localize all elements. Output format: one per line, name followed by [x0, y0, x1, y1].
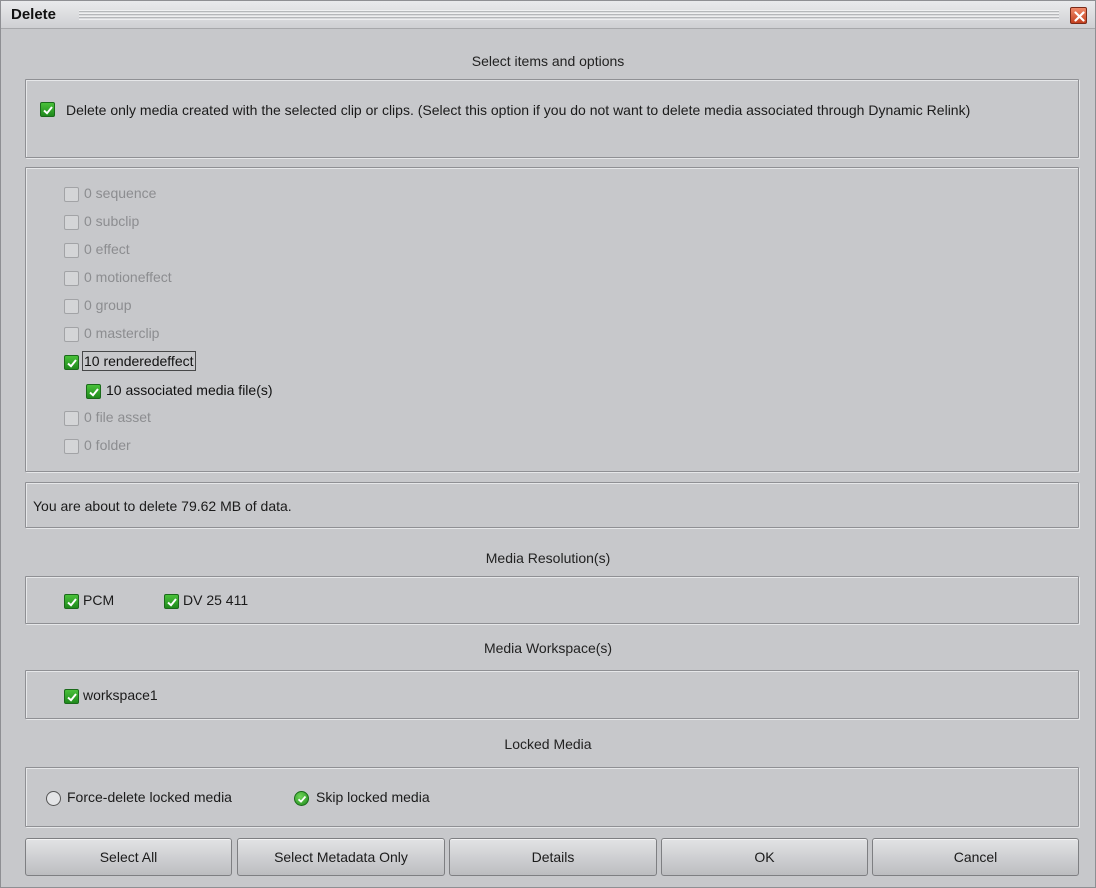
item-label-motioneffect: 0 motioneffect	[84, 269, 172, 285]
skip-locked-label: Skip locked media	[316, 789, 430, 805]
checkmark-icon	[67, 693, 77, 702]
item-label-masterclip: 0 masterclip	[84, 325, 160, 341]
checkmark-icon	[167, 598, 177, 607]
checkmark-icon	[297, 795, 307, 803]
cancel-button[interactable]: Cancel	[872, 838, 1079, 876]
item-checkbox-masterclip[interactable]	[64, 327, 79, 342]
delete-only-created-checkbox[interactable]	[40, 102, 55, 117]
title-bar-grip	[79, 10, 1059, 20]
workspace-checkbox-workspace1[interactable]	[64, 689, 79, 704]
item-checkbox-subclip[interactable]	[64, 215, 79, 230]
media-resolution-panel: PCM DV 25 411	[25, 576, 1079, 624]
checkmark-icon	[67, 598, 77, 607]
item-checkbox-motioneffect[interactable]	[64, 271, 79, 286]
resolution-label-dv25: DV 25 411	[183, 592, 249, 608]
item-checkbox-effect[interactable]	[64, 243, 79, 258]
item-label-subclip: 0 subclip	[84, 213, 140, 229]
item-label-renderedeffect: 10 renderedeffect	[82, 351, 196, 371]
item-label-effect: 0 effect	[84, 241, 130, 257]
details-button[interactable]: Details	[449, 838, 657, 876]
checkmark-icon	[89, 388, 99, 397]
skip-locked-radio[interactable]	[294, 791, 309, 806]
item-label-group: 0 group	[84, 297, 132, 313]
force-delete-radio[interactable]	[46, 791, 61, 806]
item-checkbox-file-asset[interactable]	[64, 411, 79, 426]
close-icon	[1074, 11, 1085, 22]
item-checkbox-sequence[interactable]	[64, 187, 79, 202]
workspace-label-workspace1: workspace1	[83, 687, 158, 703]
item-checkbox-renderedeffect[interactable]	[64, 355, 79, 370]
item-checkbox-group[interactable]	[64, 299, 79, 314]
item-label-associated-media: 10 associated media file(s)	[106, 382, 273, 398]
section-media-workspace-label: Media Workspace(s)	[483, 640, 613, 656]
locked-media-panel: Force-delete locked media Skip locked me…	[25, 767, 1079, 827]
items-panel: 0 sequence 0 subclip 0 effect 0 motionef…	[25, 167, 1079, 472]
checkmark-icon	[43, 106, 53, 115]
option-panel: Delete only media created with the selec…	[25, 79, 1079, 158]
item-label-sequence: 0 sequence	[84, 185, 157, 201]
delete-summary-text: You are about to delete 79.62 MB of data…	[33, 498, 292, 514]
delete-only-created-label: Delete only media created with the selec…	[66, 102, 971, 118]
ok-button[interactable]: OK	[661, 838, 868, 876]
section-select-items-label: Select items and options	[471, 53, 625, 69]
resolution-checkbox-pcm[interactable]	[64, 594, 79, 609]
checkmark-icon	[67, 359, 77, 368]
select-metadata-only-button[interactable]: Select Metadata Only	[237, 838, 445, 876]
resolution-label-pcm: PCM	[83, 592, 115, 608]
select-all-button[interactable]: Select All	[25, 838, 232, 876]
item-checkbox-folder[interactable]	[64, 439, 79, 454]
item-checkbox-associated-media[interactable]	[86, 384, 101, 399]
force-delete-label: Force-delete locked media	[67, 789, 232, 805]
item-label-file-asset: 0 file asset	[84, 409, 151, 425]
dialog-title: Delete	[11, 6, 57, 23]
section-media-resolution-label: Media Resolution(s)	[485, 550, 611, 566]
summary-panel: You are about to delete 79.62 MB of data…	[25, 482, 1079, 528]
section-locked-media-label: Locked Media	[504, 736, 592, 752]
close-button[interactable]	[1070, 7, 1087, 24]
media-workspace-panel: workspace1	[25, 670, 1079, 719]
delete-dialog: Delete Select items and options Delete o…	[0, 0, 1096, 888]
resolution-checkbox-dv25[interactable]	[164, 594, 179, 609]
title-bar[interactable]: Delete	[1, 1, 1095, 29]
item-label-folder: 0 folder	[84, 437, 131, 453]
